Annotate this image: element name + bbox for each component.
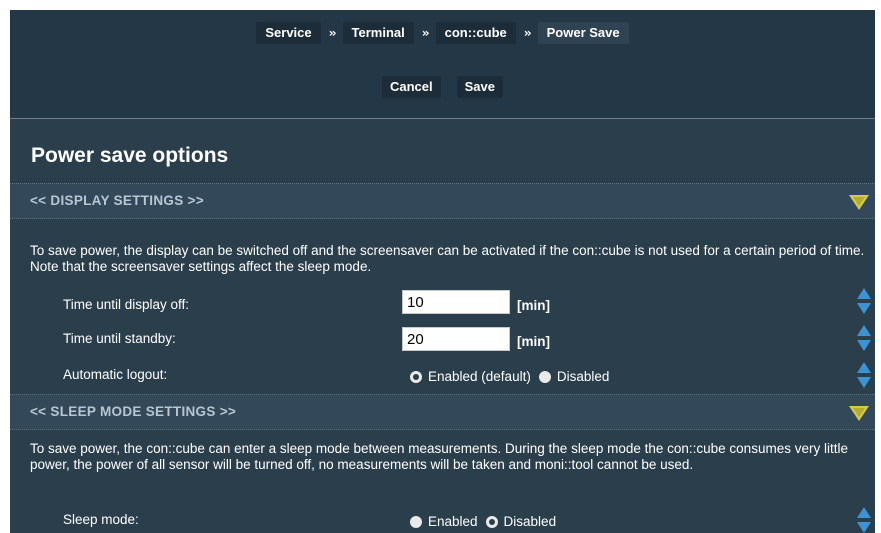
display-settings-header[interactable]: << DISPLAY SETTINGS >> bbox=[10, 183, 875, 219]
sleep-mode-radio-group: Enabled Disabled bbox=[410, 514, 564, 529]
save-button[interactable]: Save bbox=[456, 76, 503, 98]
arrow-up-icon[interactable] bbox=[857, 362, 871, 373]
breadcrumb-terminal[interactable]: Terminal bbox=[342, 22, 414, 44]
up-down-arrows-icon[interactable] bbox=[857, 362, 871, 392]
up-down-arrows-icon[interactable] bbox=[857, 507, 871, 533]
section-title: << DISPLAY SETTINGS >> bbox=[30, 193, 204, 208]
auto-logout-radio-group: Enabled (default) Disabled bbox=[410, 369, 617, 384]
display-settings-description: To save power, the display can be switch… bbox=[30, 243, 865, 274]
arrow-down-icon[interactable] bbox=[857, 303, 871, 314]
sleep-disabled-radio[interactable] bbox=[485, 515, 498, 528]
standby-unit: [min] bbox=[517, 334, 550, 349]
sleep-disabled-label[interactable]: Disabled bbox=[504, 514, 557, 529]
auto-logout-enabled-label[interactable]: Enabled (default) bbox=[428, 369, 531, 384]
breadcrumb-service[interactable]: Service bbox=[256, 22, 321, 44]
standby-label: Time until standby: bbox=[63, 331, 176, 346]
page-title: Power save options bbox=[31, 144, 229, 167]
auto-logout-enabled-radio[interactable] bbox=[410, 370, 422, 383]
top-bar: Service ›› Terminal ›› con::cube ›› Powe… bbox=[10, 10, 875, 118]
arrow-down-icon[interactable] bbox=[857, 377, 871, 388]
sleep-mode-label: Sleep mode: bbox=[63, 512, 139, 527]
up-down-arrows-icon[interactable] bbox=[857, 325, 871, 355]
double-chevron-icon: ›› bbox=[523, 26, 532, 40]
auto-logout-label: Automatic logout: bbox=[63, 367, 168, 382]
sleep-enabled-label[interactable]: Enabled bbox=[428, 514, 478, 529]
arrow-down-icon[interactable] bbox=[857, 340, 871, 351]
arrow-up-icon[interactable] bbox=[857, 325, 871, 336]
display-off-label: Time until display off: bbox=[63, 297, 190, 312]
sleep-settings-header[interactable]: << SLEEP MODE SETTINGS >> bbox=[10, 394, 875, 430]
double-chevron-icon: ›› bbox=[421, 26, 430, 40]
double-chevron-icon: ›› bbox=[328, 26, 337, 40]
sleep-settings-description: To save power, the con::cube can enter a… bbox=[30, 441, 848, 472]
arrow-up-icon[interactable] bbox=[857, 288, 871, 299]
section-title: << SLEEP MODE SETTINGS >> bbox=[30, 404, 237, 419]
up-down-arrows-icon[interactable] bbox=[857, 288, 871, 318]
breadcrumb-concube[interactable]: con::cube bbox=[435, 22, 516, 44]
sleep-enabled-radio[interactable] bbox=[410, 515, 422, 528]
display-off-input[interactable] bbox=[402, 290, 510, 314]
display-off-unit: [min] bbox=[517, 298, 550, 313]
auto-logout-disabled-label[interactable]: Disabled bbox=[557, 369, 610, 384]
arrow-up-icon[interactable] bbox=[857, 507, 871, 518]
arrow-down-icon[interactable] bbox=[857, 522, 871, 533]
breadcrumb-power-save: Power Save bbox=[537, 22, 629, 44]
breadcrumb: Service ›› Terminal ›› con::cube ›› Powe… bbox=[10, 22, 875, 44]
cancel-button[interactable]: Cancel bbox=[381, 76, 441, 98]
triangle-down-icon[interactable] bbox=[849, 406, 869, 421]
action-bar: Cancel Save bbox=[10, 76, 875, 98]
triangle-down-icon[interactable] bbox=[849, 195, 869, 210]
standby-input[interactable] bbox=[402, 327, 510, 351]
app-frame: Service ›› Terminal ›› con::cube ›› Powe… bbox=[10, 10, 875, 533]
main-content: Power save options << DISPLAY SETTINGS >… bbox=[10, 119, 875, 533]
auto-logout-disabled-radio[interactable] bbox=[538, 370, 551, 383]
